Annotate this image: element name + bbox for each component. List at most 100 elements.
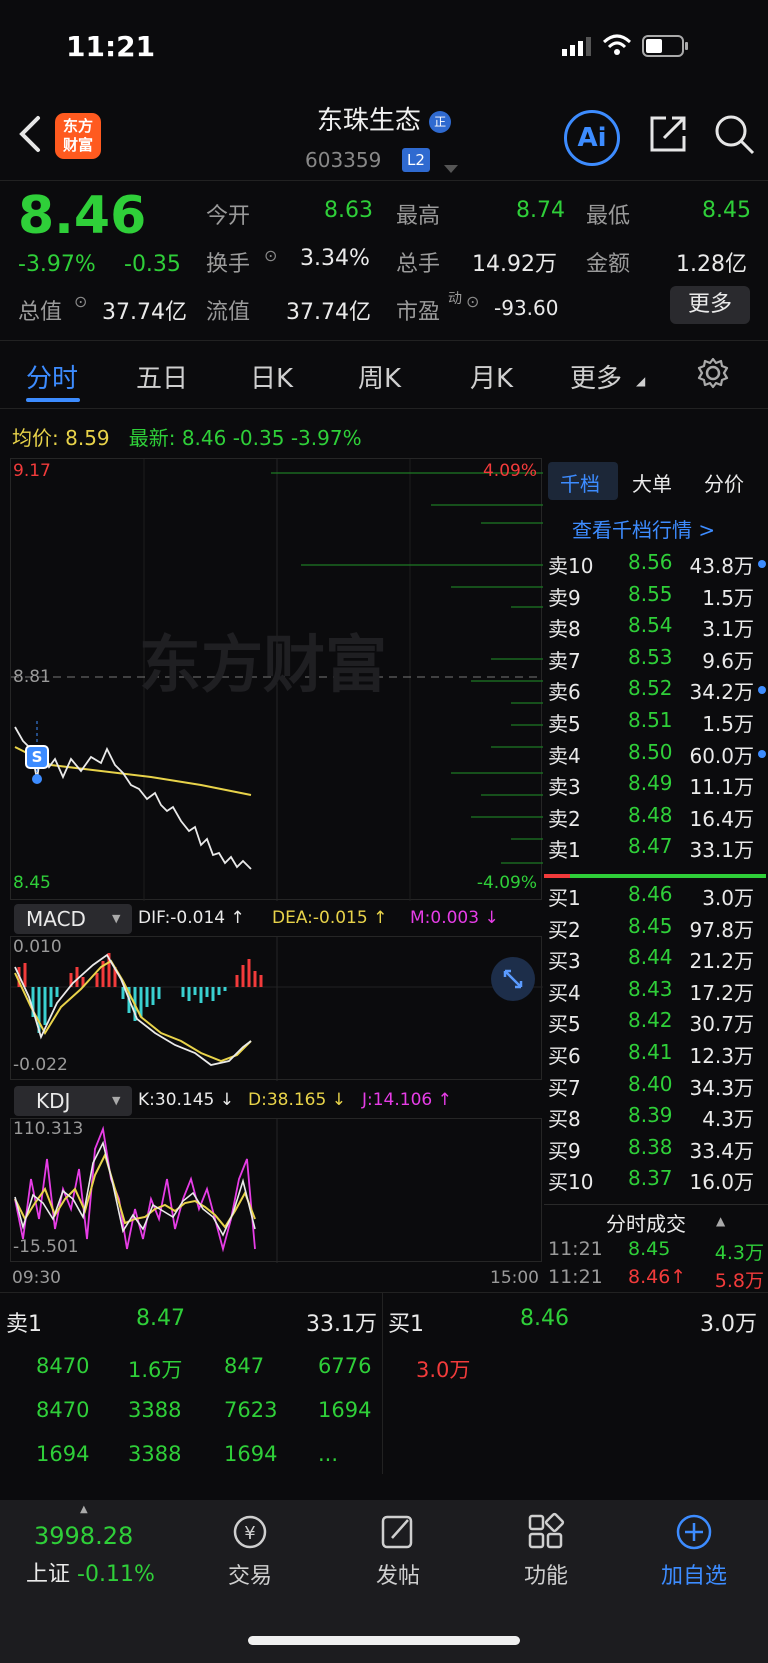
tab-daily-k[interactable]: 日K [250, 358, 293, 395]
index-info[interactable]: 上证 -0.11% [26, 1556, 155, 1588]
kdj-chart[interactable]: 110.313 -15.501 [10, 1118, 542, 1263]
large-order-dot-icon [758, 749, 766, 758]
kdj-selector[interactable]: KDJ ▼ [14, 1086, 132, 1116]
ask-level-label: 卖10 [548, 554, 594, 578]
signal-badge[interactable]: S [25, 745, 49, 769]
info-dots-icon[interactable]: ⊙ [466, 292, 479, 311]
watermark: 东方财富 [139, 628, 388, 701]
index-expand-icon[interactable]: ▲ [80, 1504, 88, 1515]
kdj-y-bottom: -15.501 [13, 1237, 79, 1257]
share-button[interactable] [646, 112, 690, 156]
float-value: 37.74亿 [286, 300, 371, 325]
ask-row[interactable]: 卖8 8.54 3.1万 [544, 613, 768, 645]
ask-row[interactable]: 卖4 8.50 60.0万 [544, 740, 768, 772]
bid-row[interactable]: 买7 8.40 34.3万 [544, 1072, 768, 1104]
chart-y-top: 9.17 [13, 461, 51, 481]
mktcap-label: 总值 [18, 300, 63, 325]
bid-volume: 97.8万 [689, 917, 754, 942]
level2-badge[interactable]: L2 [402, 148, 430, 172]
bid-row[interactable]: 买5 8.42 30.7万 [544, 1008, 768, 1040]
bid-row[interactable]: 买4 8.43 17.2万 [544, 977, 768, 1009]
nav-post[interactable]: 发帖 [358, 1512, 438, 1590]
change-value: -0.35 [124, 252, 181, 277]
more-quote-button[interactable]: 更多 [670, 286, 750, 324]
nav-features[interactable]: 功能 [506, 1512, 586, 1590]
bid-price: 8.39 [628, 1103, 673, 1128]
bid-price: 8.41 [628, 1039, 673, 1064]
info-dots-icon[interactable]: ⊙ [264, 246, 277, 265]
queue-sell-rows: 8470 1.6万 847 6776 8470 3388 7623 1694 1694 3388 1… [0, 1348, 382, 1480]
ask-row[interactable]: 卖6 8.52 34.2万 [544, 676, 768, 708]
mktcap-value: 37.74亿 [102, 300, 187, 325]
queue-sell-label: 卖1 [6, 1312, 42, 1337]
search-button[interactable] [712, 112, 756, 156]
header-divider [0, 180, 768, 181]
bid-row[interactable]: 买9 8.38 33.4万 [544, 1135, 768, 1167]
tab-weekly-k[interactable]: 周K [358, 358, 401, 395]
index-value[interactable]: 3998.28 [34, 1522, 133, 1550]
bid-row[interactable]: 买2 8.45 97.8万 [544, 914, 768, 946]
bid-volume: 3.0万 [702, 886, 754, 910]
tab-five-day[interactable]: 五日 [136, 358, 188, 395]
tab-intraday[interactable]: 分时 [26, 358, 78, 395]
macd-y-top: 0.010 [13, 937, 62, 957]
ask-price: 8.55 [628, 581, 673, 606]
bid-level-label: 买3 [548, 949, 581, 974]
ask-price: 8.48 [628, 802, 673, 827]
queue-order-size: 1.6万 [128, 1358, 183, 1382]
collapse-arrow-icon[interactable]: ▲ [716, 1214, 725, 1228]
macd-selector[interactable]: MACD ▼ [14, 904, 132, 934]
queue-order-size: 847 [224, 1354, 265, 1378]
intraday-chart[interactable]: 东方财富 9.17 8.81 8.45 4.09% -4.09% S [10, 458, 543, 901]
ob-tab-depth[interactable]: 千档 [560, 468, 600, 497]
ask-row[interactable]: 卖3 8.49 11.1万 [544, 771, 768, 803]
large-order-dot-icon [758, 686, 766, 695]
ob-tab-big-orders[interactable]: 大单 [632, 468, 672, 497]
bid-row[interactable]: 买3 8.44 21.2万 [544, 945, 768, 977]
ask-volume: 3.1万 [702, 617, 754, 642]
time-start: 09:30 [12, 1268, 61, 1288]
bid-row[interactable]: 买10 8.37 16.0万 [544, 1166, 768, 1198]
time-end: 15:00 [490, 1268, 539, 1288]
tab-monthly-k[interactable]: 月K [470, 358, 513, 395]
ob-tab-price-dist[interactable]: 分价 [704, 468, 744, 497]
chart-pct-top: 4.09% [482, 461, 537, 481]
plus-circle-icon [676, 1514, 712, 1550]
ask-price: 8.51 [628, 707, 673, 732]
bid-level-label: 买10 [548, 1170, 594, 1195]
ob-depth-link[interactable]: 查看千档行情 > [572, 514, 715, 543]
bid-price: 8.40 [628, 1071, 673, 1096]
ask-row[interactable]: 卖1 8.47 33.1万 [544, 834, 768, 866]
queue-order-size: 7623 [224, 1398, 278, 1422]
expand-button[interactable] [491, 957, 535, 1001]
macd-chart[interactable]: 0.010 -0.022 [10, 936, 543, 1081]
stock-code: 603359 [305, 148, 382, 172]
queue-order-size: 1694 [318, 1398, 372, 1422]
home-indicator [248, 1636, 520, 1645]
ask-row[interactable]: 卖5 8.51 1.5万 [544, 708, 768, 740]
bid-row[interactable]: 买6 8.41 12.3万 [544, 1040, 768, 1072]
gear-icon [697, 357, 729, 389]
low-value: 8.45 [702, 198, 751, 223]
info-dots-icon[interactable]: ⊙ [74, 292, 87, 311]
ask-price: 8.53 [628, 644, 673, 669]
bid-level-label: 买9 [548, 1138, 581, 1163]
wifi-icon [602, 34, 632, 60]
ask-row[interactable]: 卖7 8.53 9.6万 [544, 645, 768, 677]
nav-trade[interactable]: ¥ 交易 [210, 1512, 290, 1590]
nav-add-watchlist[interactable]: 加自选 [654, 1512, 734, 1590]
bid-row[interactable]: 买8 8.39 4.3万 [544, 1103, 768, 1135]
low-label: 最低 [586, 204, 631, 229]
ai-button[interactable]: Ai [564, 110, 620, 166]
tab-more[interactable]: 更多 [570, 358, 622, 395]
settings-button[interactable] [696, 356, 730, 394]
dropdown-arrow-icon[interactable] [444, 158, 458, 177]
queue-order-size: 8470 [36, 1398, 90, 1422]
bid-row[interactable]: 买1 8.46 3.0万 [544, 882, 768, 914]
ask-row[interactable]: 卖10 8.56 43.8万 [544, 550, 768, 582]
ask-volume: 34.2万 [689, 680, 754, 705]
kdj-k: K:30.145 ↓ [138, 1090, 235, 1110]
ask-row[interactable]: 卖9 8.55 1.5万 [544, 582, 768, 614]
ask-row[interactable]: 卖2 8.48 16.4万 [544, 803, 768, 835]
ticks-title[interactable]: 分时成交 [606, 1208, 686, 1237]
